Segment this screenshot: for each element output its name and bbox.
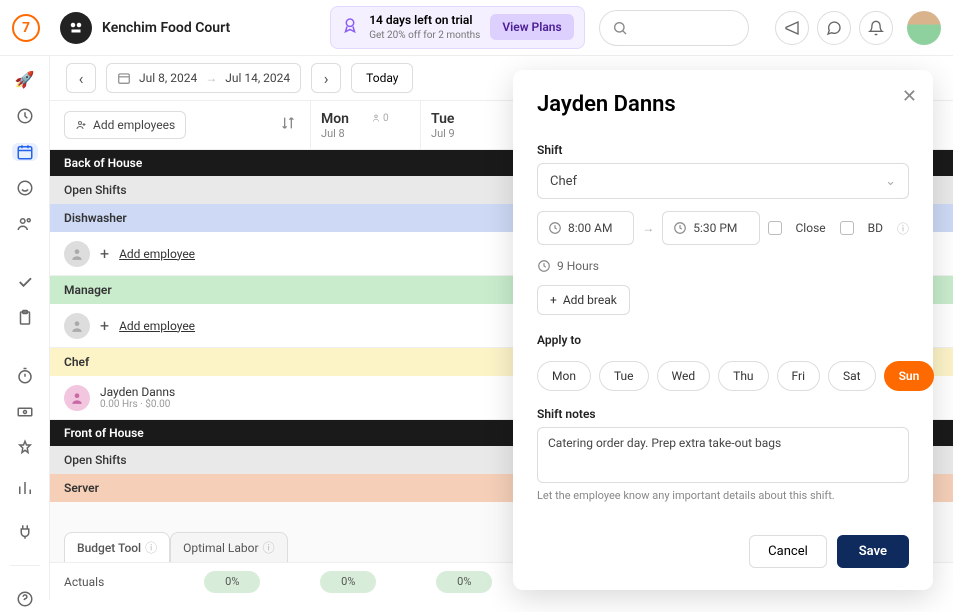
add-employees-button[interactable]: Add employees [64,111,186,139]
next-week-button[interactable]: › [311,63,341,93]
arrow-right-icon: → [642,221,654,235]
day-pills: MonTueWedThuFriSatSun [537,361,909,391]
day-pill-thu[interactable]: Thu [718,361,768,391]
day-pill-fri[interactable]: Fri [777,361,820,391]
clock-icon [673,221,687,235]
announce-icon[interactable] [775,11,809,45]
time-to-input[interactable]: 5:30 PM [662,211,759,245]
bd-checkbox[interactable] [840,221,854,235]
date-range-picker[interactable]: Jul 8, 2024 → Jul 14, 2024 [106,63,301,93]
trial-banner: 14 days left on trial Get 20% off for 2 … [330,6,584,50]
clock-icon [537,259,551,273]
view-plans-button[interactable]: View Plans [490,14,573,40]
shift-notes-helper: Let the employee know any important deta… [537,489,909,502]
topbar: 7 Kenchim Food Court 14 days left on tri… [0,0,953,56]
chat-icon[interactable] [817,11,851,45]
brand-logo[interactable] [60,12,92,44]
shift-notes-label: Shift notes [537,407,909,421]
ribbon-icon [341,16,359,38]
bell-icon[interactable] [859,11,893,45]
avatar-placeholder-icon [64,241,90,267]
brand-name: Kenchim Food Court [102,20,230,36]
day-pill-sat[interactable]: Sat [828,361,876,391]
employee-name: Jayden Danns [100,385,175,399]
calendar-icon[interactable] [12,143,38,161]
chevron-down-icon: ⌄ [885,174,896,189]
day-pill-tue[interactable]: Tue [599,361,649,391]
panel-title: Jayden Danns [537,92,909,117]
add-employee-link[interactable]: Add employee [119,319,195,333]
calendar-icon [117,71,131,85]
help-icon: ⓘ [145,539,157,556]
time-from-input[interactable]: 8:00 AM [537,211,634,245]
plus-icon: + [100,316,109,335]
bd-checkbox-label: BD [868,221,883,235]
bottom-tabs: Budget Tool ⓘ Optimal Labor ⓘ [64,532,288,562]
date-to: Jul 14, 2024 [225,71,290,85]
day-pill-wed[interactable]: Wed [657,361,711,391]
shift-label: Shift [537,143,909,157]
user-avatar[interactable] [907,11,941,45]
day-col-mon: Mon 0 Jul 8 [310,101,420,149]
help-icon: ⓘ [263,539,275,556]
add-employee-link[interactable]: Add employee [119,247,195,261]
tab-optimal-labor[interactable]: Optimal Labor ⓘ [170,532,287,562]
close-icon[interactable]: ✕ [902,86,917,107]
left-nav-rail: 🚀 [0,56,50,600]
plus-icon: + [550,293,557,307]
shift-select[interactable]: Chef ⌄ [537,163,909,199]
sort-icon[interactable] [280,115,296,135]
stopwatch-icon[interactable] [12,367,38,385]
search-input[interactable] [599,10,749,46]
help-icon[interactable]: ⓘ [897,220,909,237]
shift-edit-panel: ✕ Jayden Danns Shift Chef ⌄ 8:00 AM → 5:… [513,70,933,590]
day-pill-mon[interactable]: Mon [537,361,591,391]
plus-icon: + [100,244,109,263]
employee-meta: 0.00 Hrs · $0.00 [100,399,175,410]
date-from: Jul 8, 2024 [139,71,197,85]
close-checkbox[interactable] [768,221,782,235]
search-icon [612,20,628,36]
tab-budget-tool[interactable]: Budget Tool ⓘ [64,532,170,562]
trial-subtitle: Get 20% off for 2 months [369,30,480,41]
reports-icon[interactable] [12,475,38,501]
app-logo[interactable]: 7 [12,14,40,42]
shift-notes-textarea[interactable] [537,427,909,483]
day-pill-sun[interactable]: Sun [884,361,935,391]
tip-icon[interactable] [12,439,38,457]
clipboard-icon[interactable] [12,309,38,327]
smile-icon[interactable] [12,179,38,197]
add-employees-label: Add employees [93,118,175,132]
money-icon[interactable] [12,403,38,421]
actuals-pct-mon: 0% [204,571,260,593]
check-icon[interactable] [12,273,38,291]
prev-week-button[interactable]: ‹ [66,63,96,93]
rocket-icon[interactable]: 🚀 [12,70,38,89]
people-icon[interactable] [12,215,38,233]
close-checkbox-label: Close [796,221,826,235]
actuals-label: Actuals [64,575,104,589]
hours-display: 9 Hours [557,259,599,273]
dashboard-icon[interactable] [12,107,38,125]
avatar-placeholder-icon [64,313,90,339]
actuals-pct-wed: 0% [436,571,492,593]
clock-icon [548,221,562,235]
add-break-button[interactable]: + Add break [537,285,630,315]
employee-avatar [64,385,90,411]
help-icon[interactable] [12,586,38,612]
actuals-pct-tue: 0% [320,571,376,593]
person-plus-icon [75,119,87,131]
trial-title: 14 days left on trial [369,13,472,27]
apply-to-label: Apply to [537,333,909,347]
integrations-icon[interactable] [12,519,38,545]
today-button[interactable]: Today [351,63,413,93]
cancel-button[interactable]: Cancel [749,535,827,568]
save-button[interactable]: Save [837,535,909,568]
